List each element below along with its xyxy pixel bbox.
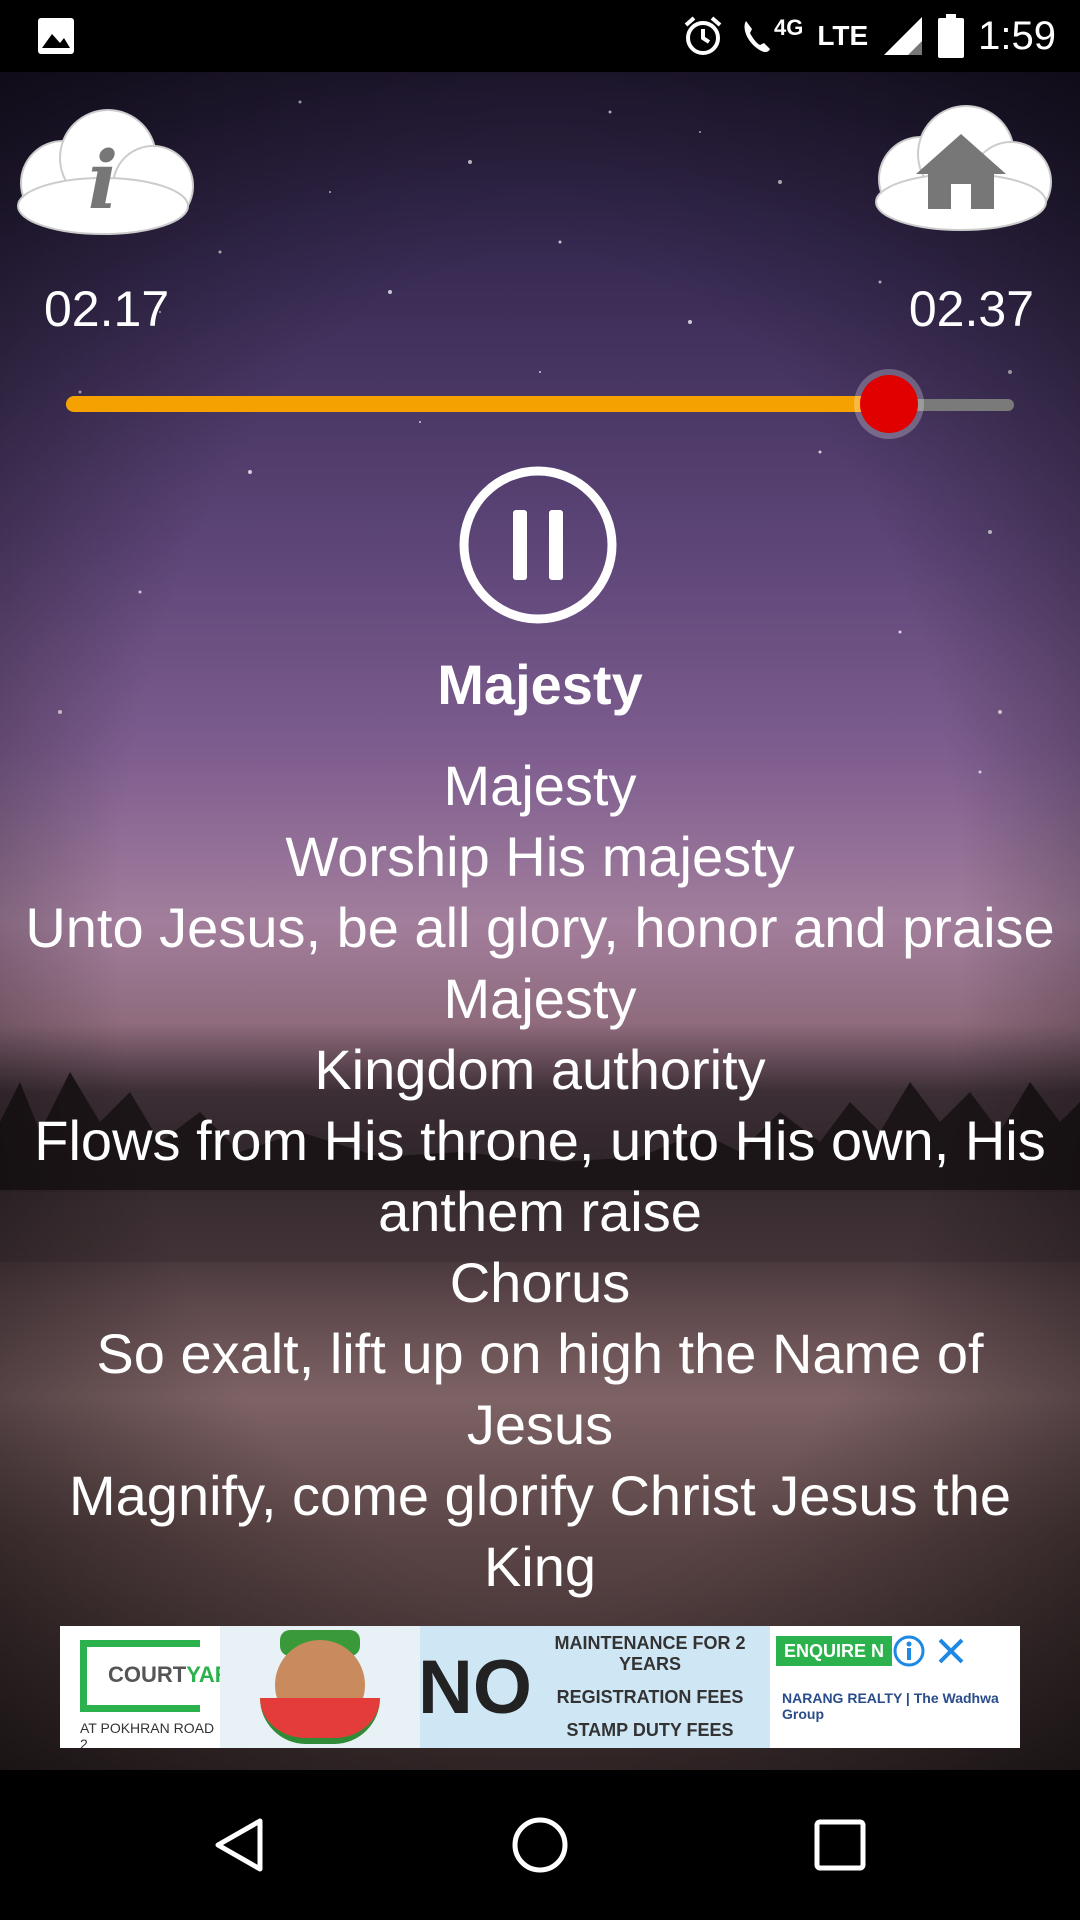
ad-list: MAINTENANCE FOR 2 YEARS REGISTRATION FEE… — [530, 1626, 770, 1748]
battery-icon — [938, 14, 965, 58]
lyric-line: Chorus — [449, 1251, 631, 1314]
svg-text:i: i — [88, 133, 118, 227]
lyric-line: Flows from His throne, unto His own, His… — [34, 1109, 1046, 1243]
back-icon[interactable] — [210, 1815, 270, 1875]
home-icon — [875, 105, 1052, 231]
lyric-line: Unto Jesus, be all glory, honor and prai… — [25, 896, 1055, 959]
lyric-line: Magnify, come glorify Christ Jesus the K… — [69, 1464, 1011, 1598]
ad-cta-area: ENQUIRE N NARANG REALTY | The Wadhwa Gro… — [770, 1626, 1020, 1748]
network-lte-label: LTE — [817, 20, 869, 51]
home-nav-icon[interactable] — [510, 1815, 570, 1875]
alarm-icon — [684, 16, 722, 55]
ad-brand-a: COURT — [108, 1662, 187, 1687]
ad-enquire-button[interactable]: ENQUIRE N — [776, 1636, 892, 1666]
info-icon: i — [17, 109, 194, 235]
ad-no-text: NO — [418, 1644, 532, 1730]
lyric-line: Kingdom authority — [314, 1038, 766, 1101]
clock: 1:59 — [978, 13, 1056, 58]
ad-logo-subtitle: AT POKHRAN ROAD 2 — [80, 1720, 215, 1748]
ad-list-item: REGISTRATION FEES — [556, 1687, 744, 1707]
recents-icon[interactable] — [810, 1815, 870, 1875]
ad-list-item: STAMP DUTY FEES — [566, 1720, 734, 1740]
ad-close-icon[interactable] — [934, 1634, 968, 1668]
ad-banner[interactable]: COURTYARD AT POKHRAN ROAD 2 NO MAINTENAN… — [60, 1626, 1020, 1748]
total-time: 02.37 — [908, 281, 1034, 337]
ad-info-icon[interactable] — [892, 1634, 926, 1668]
ad-logo: COURTYARD AT POKHRAN ROAD 2 — [60, 1626, 247, 1748]
lyric-line: Worship His majesty — [285, 825, 795, 888]
navigation-bar — [0, 1770, 1080, 1920]
pause-icon — [459, 466, 617, 624]
info-button[interactable]: i — [8, 98, 198, 238]
status-bar: 4G LTE 1:59 — [0, 0, 1080, 72]
lyrics: Majesty Worship His majesty Unto Jesus, be… — [20, 750, 1060, 1602]
seek-progress — [66, 396, 889, 412]
lyric-line: Majesty — [443, 967, 637, 1030]
call-icon — [744, 21, 770, 52]
lyric-line: Majesty — [443, 754, 637, 817]
network-4g-label: 4G — [773, 15, 804, 40]
elapsed-time: 02.17 — [44, 281, 170, 337]
seek-bar[interactable] — [66, 375, 1014, 433]
signal-icon — [884, 17, 923, 55]
ad-image — [220, 1626, 420, 1748]
pause-button[interactable] — [458, 465, 618, 625]
song-title: Majesty — [437, 653, 643, 716]
home-button[interactable] — [866, 94, 1056, 234]
lyrics-scroll-area[interactable]: Majesty Worship His majesty Unto Jesus, be… — [20, 750, 1060, 1625]
seek-thumb[interactable] — [859, 375, 918, 433]
image-icon — [38, 18, 74, 54]
lyric-line: So exalt, lift up on high the Name of Je… — [96, 1322, 984, 1456]
ad-list-item: MAINTENANCE FOR 2 YEARS — [554, 1633, 746, 1674]
ad-realty-text: NARANG REALTY | The Wadhwa Group — [782, 1690, 999, 1722]
